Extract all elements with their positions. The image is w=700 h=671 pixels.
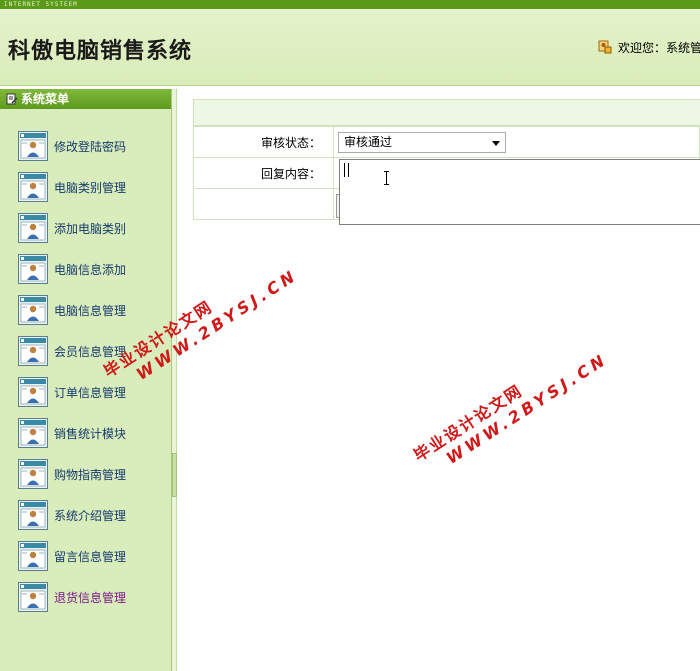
app-title: 科傲电脑销售系统 [8,39,193,64]
sidebar-header: 系统菜单 [0,89,171,109]
edit-note-icon [6,93,18,105]
welcome-text: 欢迎您：系统管 [618,41,700,55]
sidebar-menu-item[interactable]: 退货信息管理 [18,580,126,614]
user-card-icon [18,213,48,243]
reply-label: 回复内容： [193,157,334,189]
top-strip-text: INTERNET SYSTEEM [4,1,78,8]
status-cell: 审核通过 [333,126,700,158]
text-caret [348,163,349,177]
action-spacer [193,188,334,220]
user-card-icon [18,418,48,448]
form-header-bar [193,99,700,126]
text-caret [344,163,345,177]
sidebar-menu-item[interactable]: 系统介绍管理 [18,498,126,532]
reply-textarea[interactable] [339,159,700,225]
user-card-icon [18,172,48,202]
header: 科傲电脑销售系统 欢迎您：系统管 [0,9,700,86]
status-select-value: 审核通过 [344,134,393,149]
sidebar-splitter[interactable] [172,89,177,671]
user-card-icon [18,377,48,407]
sidebar-menu-label: 修改登陆密码 [54,139,127,154]
user-card-icon [18,254,48,284]
ibeam-cursor-icon [384,171,389,185]
user-card-icon [18,295,48,325]
user-card-icon [18,500,48,530]
splitter-grip[interactable] [172,453,177,497]
sidebar-menu-label: 添加电脑类别 [54,221,127,236]
status-row: 审核状态： 审核通过 [193,126,700,158]
sidebar-menu-item[interactable]: 销售统计模块 [18,416,126,450]
sidebar-menu-label: 电脑类别管理 [54,180,127,195]
sidebar-menu-label: 系统介绍管理 [54,508,127,523]
status-label: 审核状态： [193,126,334,158]
user-card-icon [18,131,48,161]
sidebar-menu-item[interactable]: 电脑信息添加 [18,252,126,286]
sidebar-menu-item[interactable]: 电脑类别管理 [18,170,126,204]
main-content: 审核状态： 审核通过 回复内容： [178,89,700,671]
user-card-icon [18,541,48,571]
sidebar-menu-label: 电脑信息管理 [54,303,127,318]
sidebar-menu-item[interactable]: 购物指南管理 [18,457,126,491]
user-card-icon [18,336,48,366]
sidebar-menu-item[interactable]: 修改登陆密码 [18,129,126,163]
sidebar-menu-item[interactable]: 电脑信息管理 [18,293,126,327]
sidebar-menu-label: 购物指南管理 [54,467,127,482]
status-select[interactable]: 审核通过 [338,131,506,153]
user-lock-icon [598,40,612,54]
chevron-down-icon [492,140,500,146]
sidebar-title: 系统菜单 [21,92,70,106]
sidebar-menu-item[interactable]: 留言信息管理 [18,539,126,573]
sidebar-menu-label: 电脑信息添加 [54,262,127,277]
welcome-message: 欢迎您：系统管 [598,39,700,56]
sidebar-menu-item[interactable]: 添加电脑类别 [18,211,126,245]
user-card-icon [18,459,48,489]
user-card-icon [18,582,48,612]
top-strip: INTERNET SYSTEEM [0,0,700,9]
sidebar-menu-label: 留言信息管理 [54,549,127,564]
sidebar-menu-label: 退货信息管理 [54,590,127,605]
sidebar-menu-label: 销售统计模块 [54,426,127,441]
